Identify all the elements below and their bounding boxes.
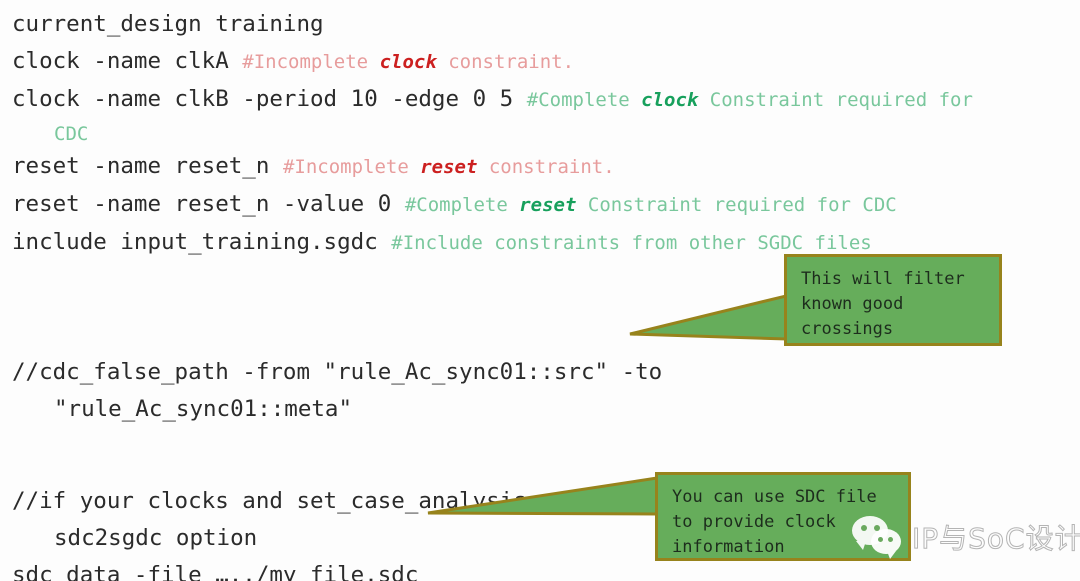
comment-incomplete-clock-pre: #Incomplete: [242, 51, 380, 73]
comment-complete-clock-wrap: CDC: [54, 123, 89, 145]
code-text: current_design training: [12, 11, 324, 37]
callout-filter-known-good-crossings[interactable]: This will filter known good crossings: [784, 254, 1002, 346]
code-line-sdc2sgdc-wrap: sdc2sgdc option: [12, 520, 1080, 557]
comment-include: #Include constraints from other SGDC fil…: [391, 232, 872, 254]
code-line-sdc-data: sdc_data -file …../my_file.sdc: [12, 557, 1080, 581]
comment-incomplete-clock-keyword: clock: [379, 51, 437, 73]
code-text: sdc2sgdc option: [54, 525, 258, 551]
code-line-clock-clkb: clock -name clkB -period 10 -edge 0 5 #C…: [12, 81, 1080, 119]
code-text: "rule_Ac_sync01::meta": [54, 396, 353, 422]
comment-incomplete-reset-keyword: reset: [420, 156, 478, 178]
callout-sdc-file-clock-information[interactable]: You can use SDC file to provide clock in…: [655, 472, 911, 561]
code-text: reset -name reset_n -value 0: [12, 191, 405, 217]
code-text: include input_training.sgdc: [12, 229, 392, 255]
comment-complete-reset-pre: #Complete: [404, 194, 520, 216]
slide-canvas: current_design training clock -name clkA…: [0, 0, 1080, 581]
comment-complete-reset-post: Constraint required for CDC: [576, 194, 897, 216]
code-blank-4: [12, 428, 1080, 465]
code-line-clock-clka: clock -name clkA #Incomplete clock const…: [12, 43, 1080, 81]
code-line-clkb-wrap: CDC: [12, 119, 1080, 148]
code-line-cdc-false-path-wrap: "rule_Ac_sync01::meta": [12, 391, 1080, 428]
code-text: clock -name clkA: [12, 48, 243, 74]
code-text: clock -name clkB -period 10 -edge 0 5: [12, 86, 527, 112]
code-line-reset-complete: reset -name reset_n -value 0 #Complete r…: [12, 186, 1080, 224]
code-line-cdc-false-path: //cdc_false_path -from "rule_Ac_sync01::…: [12, 354, 1080, 391]
comment-incomplete-reset-pre: #Incomplete: [282, 156, 421, 178]
comment-incomplete-reset-post: constraint.: [477, 156, 615, 178]
code-blank-5: [12, 465, 1080, 483]
code-line-reset-incomplete: reset -name reset_n #Incomplete reset co…: [12, 148, 1080, 186]
comment-complete-clock-post: Constraint required for: [698, 89, 973, 111]
code-line-current-design: current_design training: [12, 6, 1080, 43]
code-text: reset -name reset_n: [12, 153, 283, 179]
callout-sdc-text: You can use SDC file to provide clock in…: [672, 487, 877, 557]
comment-complete-clock-keyword: clock: [641, 89, 699, 111]
comment-complete-clock-pre: #Complete: [526, 89, 642, 111]
code-text: //cdc_false_path -from "rule_Ac_sync01::…: [12, 359, 663, 385]
callout-filter-text: This will filter known good crossings: [801, 269, 965, 339]
code-line-if-your-clocks: //if your clocks and set_case_analysis c…: [12, 483, 1080, 520]
comment-incomplete-clock-post: constraint.: [436, 51, 575, 73]
code-text: sdc_data -file …../my_file.sdc: [12, 562, 419, 581]
comment-complete-reset-keyword: reset: [519, 194, 577, 216]
